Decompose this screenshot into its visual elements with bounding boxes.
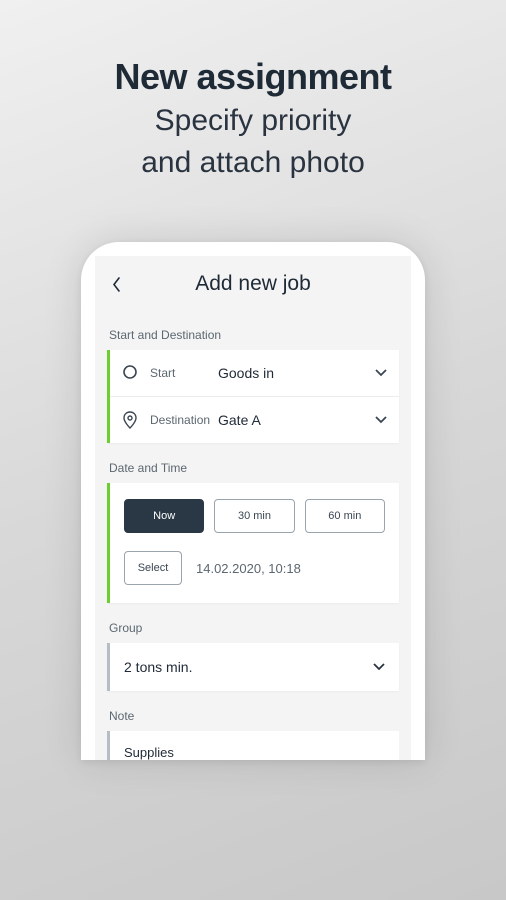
group-value: 2 tons min. [124, 659, 373, 675]
chip-60min[interactable]: 60 min [305, 499, 385, 533]
start-label: Start [150, 366, 218, 380]
circle-outline-icon [122, 364, 140, 382]
note-value: Supplies [124, 745, 174, 760]
group-select[interactable]: 2 tons min. [110, 643, 399, 691]
date-select-row: Select 14.02.2020, 10:18 [110, 543, 399, 603]
section-label-note: Note [109, 709, 399, 723]
destination-label: Destination [150, 413, 218, 427]
start-row[interactable]: Start Goods in [110, 350, 399, 396]
start-dest-card: Start Goods in Destination Gate A [107, 350, 399, 443]
phone-frame: Add new job Start and Destination Start … [81, 242, 425, 760]
chevron-down-icon [373, 663, 385, 671]
page-title: Add new job [105, 272, 401, 296]
datetime-value: 14.02.2020, 10:18 [196, 561, 301, 576]
start-value: Goods in [218, 365, 375, 381]
promo-header: New assignment Specify priority and atta… [0, 0, 506, 181]
chip-now[interactable]: Now [124, 499, 204, 533]
chip-select-date[interactable]: Select [124, 551, 182, 585]
destination-row[interactable]: Destination Gate A [110, 396, 399, 443]
app-bar: Add new job [95, 256, 411, 310]
form-content: Start and Destination Start Goods in [95, 328, 411, 760]
map-pin-icon [122, 411, 140, 429]
time-chips: Now 30 min 60 min [110, 483, 399, 543]
chevron-down-icon [375, 416, 387, 424]
promo-subtitle-1: Specify priority [0, 102, 506, 140]
chip-30min[interactable]: 30 min [214, 499, 294, 533]
destination-value: Gate A [218, 412, 375, 428]
group-card: 2 tons min. [107, 643, 399, 691]
section-label-group: Group [109, 621, 399, 635]
note-card[interactable]: Supplies [107, 731, 399, 760]
section-label-start-dest: Start and Destination [109, 328, 399, 342]
promo-title: New assignment [0, 56, 506, 98]
datetime-card: Now 30 min 60 min Select 14.02.2020, 10:… [107, 483, 399, 603]
promo-subtitle-2: and attach photo [0, 144, 506, 182]
app-screen: Add new job Start and Destination Start … [95, 256, 411, 760]
chevron-down-icon [375, 369, 387, 377]
section-label-datetime: Date and Time [109, 461, 399, 475]
